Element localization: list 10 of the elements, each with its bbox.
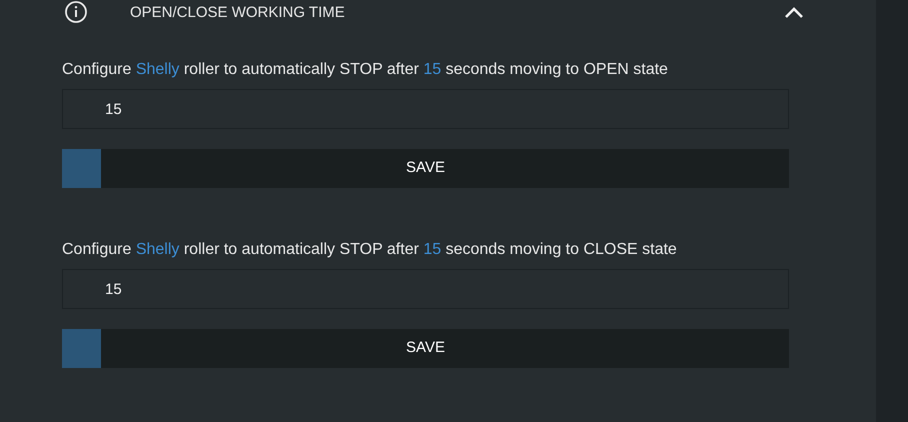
section-header[interactable]: OPEN/CLOSE WORKING TIME: [0, 0, 876, 26]
description-text: Configure Shelly roller to automatically STOP after 15 seconds moving to OPEN state: [62, 60, 669, 80]
save-button[interactable]: SAVE: [62, 329, 789, 368]
chevron-up-icon: [784, 7, 804, 19]
info-icon: [64, 0, 88, 24]
section-title: OPEN/CLOSE WORKING TIME: [130, 2, 345, 23]
seconds-input[interactable]: 15: [62, 269, 789, 309]
description-text: Configure Shelly roller to automatically STOP after 15 seconds moving to CLOSE state: [62, 240, 678, 260]
save-button[interactable]: SAVE: [62, 149, 789, 188]
seconds-input[interactable]: 15: [62, 89, 789, 129]
